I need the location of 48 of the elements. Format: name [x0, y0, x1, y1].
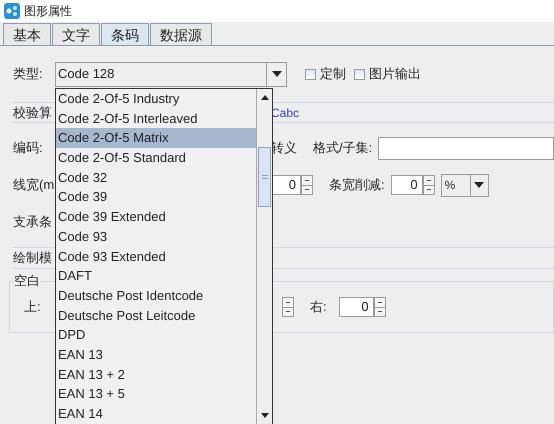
window-title: 图形属性 [24, 3, 72, 20]
list-item[interactable]: Code 2-Of-5 Interleaved [56, 108, 256, 128]
list-item[interactable]: Deutsche Post Leitcode [56, 306, 256, 326]
checkbox-label: 图片输出 [369, 65, 421, 84]
scroll-thumb[interactable] [258, 147, 271, 207]
list-item[interactable]: Code 93 Extended [56, 246, 256, 266]
list-item[interactable]: DAFT [56, 266, 256, 286]
format-field[interactable] [378, 136, 554, 160]
tab[interactable]: 条码 [101, 23, 149, 45]
field-label: 条宽削减: [329, 176, 385, 194]
list-item[interactable]: Code 2-Of-5 Standard [56, 148, 256, 168]
list-item[interactable]: EAN 13 [56, 344, 256, 365]
list-item[interactable]: Code 2-Of-5 Industry [56, 89, 256, 109]
spinner-arrows[interactable] [282, 297, 294, 317]
spinner-arrows[interactable] [301, 175, 313, 195]
list-item[interactable]: EAN 14 [56, 404, 256, 424]
checkbox[interactable] [354, 68, 365, 80]
tab[interactable]: 数据源 [150, 23, 212, 45]
field-label: 上: [24, 299, 41, 314]
list-item[interactable]: EAN 13 + 5 [56, 384, 256, 404]
number-field[interactable]: 0 [390, 175, 423, 195]
number-field[interactable]: 0 [338, 297, 374, 317]
spinner-arrows[interactable] [374, 297, 386, 317]
list-item[interactable]: Deutsche Post Identcode [56, 286, 256, 306]
checkbox-label: 定制 [320, 65, 346, 84]
list-item[interactable]: DPD [56, 325, 256, 345]
checkbox[interactable] [305, 68, 316, 80]
scrollbar[interactable] [256, 89, 272, 424]
field-label: 编码: [13, 140, 43, 156]
field-label: 格式/子集: [313, 139, 372, 158]
list-item[interactable]: Code 39 [56, 187, 256, 208]
list-item[interactable]: EAN 13 + 2 [56, 364, 256, 384]
app-icon [4, 3, 20, 19]
unit-dropdown[interactable]: % [440, 174, 489, 196]
field-label: 支承条 [13, 213, 52, 232]
list-item[interactable]: Code 32 [56, 168, 256, 188]
list-item[interactable]: Code 93 [56, 226, 256, 246]
type-dropdown[interactable]: Code 128 [55, 62, 287, 86]
spinner-arrows[interactable] [422, 175, 435, 195]
list-item[interactable]: Code 39 Extended [56, 207, 256, 227]
field-label: 线宽(m [13, 177, 54, 192]
list-item[interactable]: Code 2-Of-5 Matrix [56, 128, 256, 148]
field-label: 右: [310, 298, 327, 316]
tab[interactable]: 基本 [3, 23, 51, 45]
tab[interactable]: 文字 [52, 23, 100, 45]
field-label: 类型: [13, 65, 44, 84]
field-label: 校验算 [13, 104, 52, 120]
field-label: 绘制模 [13, 249, 52, 268]
